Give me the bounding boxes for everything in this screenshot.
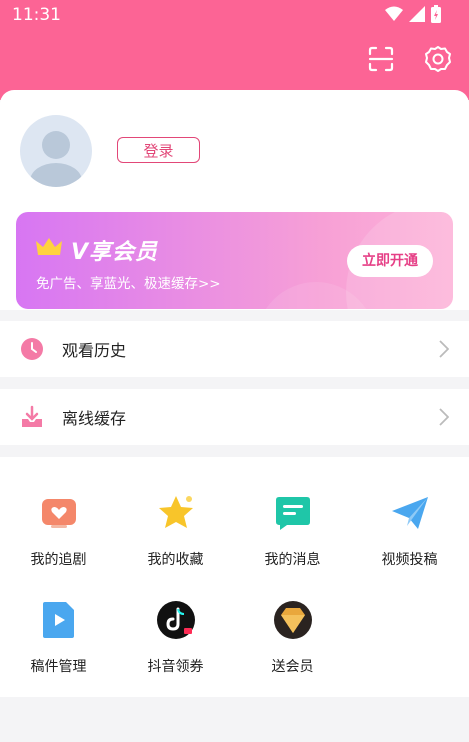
default-avatar-icon [30,131,82,187]
message-icon [275,497,310,530]
grid-item-label: 送会员 [271,659,314,675]
grid-item-tiktok-coupon[interactable]: 抖音领券 [117,600,234,676]
video-file-icon [42,602,74,638]
menu-item-label: 观看历史 [62,341,127,360]
menu-item-offline-cache[interactable]: 离线缓存 [0,389,469,445]
vip-description: 免广告、享蓝光、极速缓存>> [36,276,221,292]
clock-icon [21,338,43,360]
grid-item-manuscripts[interactable]: 稿件管理 [0,600,117,676]
chevron-right-icon [439,408,449,426]
tiktok-icon [156,601,195,639]
feature-grid: 我的追剧 我的收藏 我的消息 视频投稿 稿件管理 抖音领券 送会员 [0,457,469,697]
grid-item-label: 稿件管理 [30,659,87,675]
heart-tv-icon [41,499,76,528]
app-header: 11:31 [0,0,469,100]
vip-title: V享会员 [71,240,159,265]
grid-item-gift-vip[interactable]: 送会员 [234,600,351,676]
menu-item-watch-history[interactable]: 观看历史 [0,321,469,377]
login-button[interactable]: 登录 [117,137,200,163]
vip-open-button[interactable]: 立即开通 [347,245,433,277]
vip-badge-icon [273,601,312,639]
crown-icon [36,238,62,255]
settings-gear-icon[interactable] [423,44,453,74]
signal-icon [409,6,425,22]
grid-item-label: 我的追剧 [30,552,87,568]
grid-item-favorites[interactable]: 我的收藏 [117,493,234,569]
grid-item-label: 视频投稿 [381,552,438,568]
avatar[interactable] [20,115,92,187]
vip-banner[interactable]: V享会员 免广告、享蓝光、极速缓存>> 立即开通 [16,212,453,309]
chevron-right-icon [439,340,449,358]
menu-item-label: 离线缓存 [62,409,127,428]
download-icon [22,405,42,427]
status-icons [385,5,441,23]
grid-item-my-series[interactable]: 我的追剧 [0,493,117,569]
status-time: 11:31 [12,5,61,25]
scan-icon[interactable] [366,44,396,74]
grid-item-label: 抖音领券 [147,659,204,675]
wifi-icon [385,6,403,21]
grid-item-label: 我的收藏 [147,552,204,568]
paper-plane-icon [391,497,428,529]
grid-item-video-submit[interactable]: 视频投稿 [351,493,468,569]
grid-item-messages[interactable]: 我的消息 [234,493,351,569]
star-icon [158,496,193,528]
battery-icon [431,5,441,23]
grid-item-label: 我的消息 [264,552,321,568]
